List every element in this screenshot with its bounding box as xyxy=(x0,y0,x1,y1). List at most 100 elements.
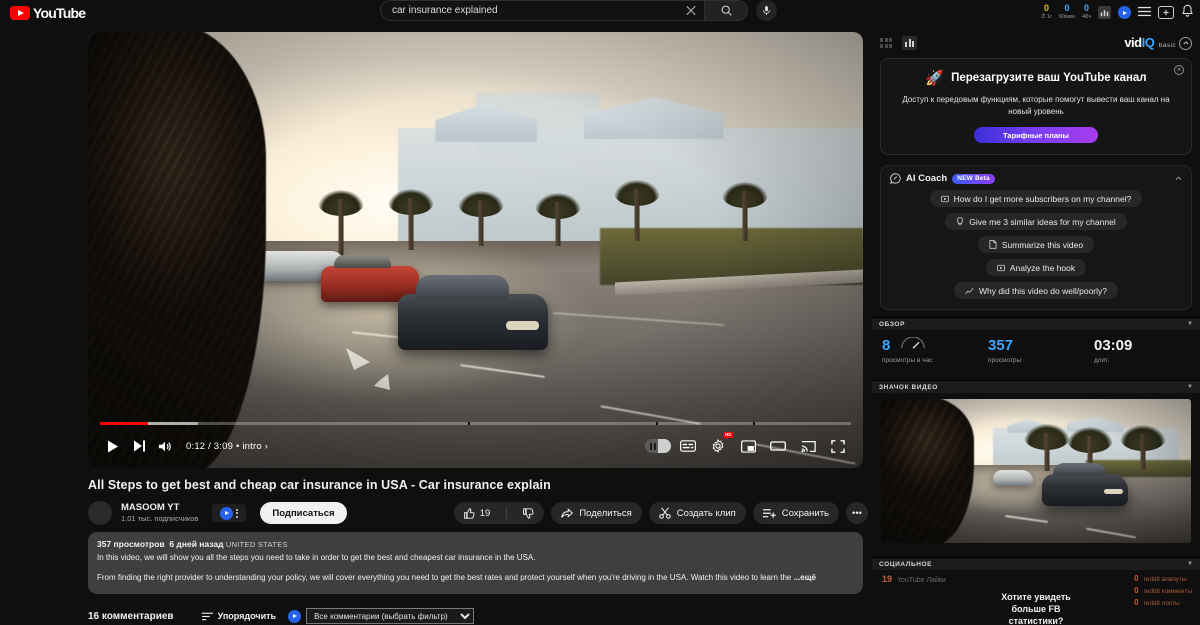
chapter-chevron-icon[interactable]: › xyxy=(265,441,268,452)
line-chart-icon xyxy=(965,287,974,294)
section-header-overview[interactable]: ОБЗОР ▼ xyxy=(872,317,1200,331)
cast-button[interactable] xyxy=(795,433,821,459)
create-video-icon[interactable] xyxy=(1158,6,1174,19)
settings-button[interactable]: HD xyxy=(705,432,733,459)
progress-bar[interactable] xyxy=(100,422,851,425)
next-video-button[interactable] xyxy=(126,433,152,459)
player-controls: 0:12 / 3:09 • intro › HD xyxy=(88,416,863,468)
kebab-menu-icon[interactable] xyxy=(235,507,239,520)
volume-button[interactable] xyxy=(152,433,178,459)
bar-chart-view-icon[interactable] xyxy=(902,36,917,50)
chapter-separator: • xyxy=(235,440,240,452)
section-header-thumbnail[interactable]: ЗНАЧОК ВИДЕО ▼ xyxy=(872,380,1200,394)
thumbnail-preview-wrap xyxy=(872,393,1200,550)
ai-suggestion-chip[interactable]: How do I get more subscribers on my chan… xyxy=(929,190,1143,208)
video-description-box[interactable]: 357 просмотров 6 дней назад UNITED STATE… xyxy=(88,532,863,594)
like-count: 19 xyxy=(479,507,491,519)
close-icon[interactable] xyxy=(1174,65,1184,75)
chevron-up-icon[interactable] xyxy=(1179,36,1192,50)
description-stats: 357 просмотров 6 дней назад UNITED STATE… xyxy=(97,539,854,549)
gauge-icon xyxy=(901,337,925,349)
dislike-button[interactable] xyxy=(513,502,544,524)
sort-icon xyxy=(201,612,213,620)
quota-label: 60мин xyxy=(1059,14,1076,21)
save-button[interactable]: Сохранить xyxy=(752,502,839,524)
filter-arrow-icon[interactable]: ▼ xyxy=(1187,561,1193,567)
ai-coach-title: AI Coach xyxy=(906,173,948,185)
like-button[interactable]: 19 xyxy=(454,502,501,524)
right-controls: HD xyxy=(645,432,851,459)
section-header-social[interactable]: СОЦИАЛЬНОЕ ▼ xyxy=(872,557,1200,571)
search-area: car insurance explained xyxy=(380,0,777,21)
play-button[interactable] xyxy=(100,433,126,459)
search-input-value: car insurance explained xyxy=(392,5,498,16)
brand-tier: basic xyxy=(1158,42,1176,49)
video-player[interactable]: 0:12 / 3:09 • intro › HD xyxy=(88,32,863,468)
subscribe-button[interactable]: Подписаться xyxy=(260,502,347,524)
autoplay-toggle[interactable] xyxy=(645,433,671,459)
miniplayer-button[interactable] xyxy=(735,433,761,459)
ai-suggestion-chip[interactable]: Summarize this video xyxy=(977,236,1095,254)
comment-filter-select[interactable]: Все комментарии (выбрать фильтр) xyxy=(306,608,475,624)
vidiq-channel-chip[interactable] xyxy=(212,504,247,522)
search-button[interactable] xyxy=(705,0,748,21)
theater-mode-button[interactable] xyxy=(765,433,791,459)
thumbs-down-icon xyxy=(523,507,534,519)
search-input[interactable]: car insurance explained xyxy=(380,0,705,21)
vidiq-play-icon[interactable] xyxy=(288,609,302,623)
grid-view-icon[interactable] xyxy=(880,38,892,48)
filter-arrow-icon[interactable]: ▼ xyxy=(1187,321,1193,327)
quota-value: 0 xyxy=(1084,3,1090,14)
section-title: ЗНАЧОК ВИДЕО xyxy=(879,383,938,391)
video-icon xyxy=(996,264,1005,271)
subtitles-button[interactable] xyxy=(675,433,701,459)
subscriber-count: 1,01 тыс. подписчиков xyxy=(121,514,199,524)
ai-suggestion-chip[interactable]: Analyze the hook xyxy=(985,259,1087,277)
channel-name[interactable]: MASOOM YT xyxy=(121,502,198,514)
video-frame-content xyxy=(88,32,863,468)
notifications-bell-icon[interactable] xyxy=(1181,4,1194,21)
quota-stat: 0 60мин xyxy=(1059,4,1075,21)
top-right-controls: 0 ⏱ 1г 0 60мин 0 48ч xyxy=(1041,0,1194,25)
video-thumbnail[interactable] xyxy=(881,399,1191,544)
chip-label: Why did this video do well/poorly? xyxy=(978,285,1108,296)
save-to-playlist-icon xyxy=(762,508,776,518)
chapter-name[interactable]: intro xyxy=(242,441,261,452)
video-icon xyxy=(940,195,949,202)
show-more-link[interactable]: ...ещё xyxy=(794,573,816,582)
autoplay-switch-icon xyxy=(645,439,671,453)
create-clip-button[interactable]: Создать клип xyxy=(648,502,746,524)
ai-suggestion-chip[interactable]: Give me 3 similar ideas for my channel xyxy=(945,213,1127,231)
country-label: UNITED STATES xyxy=(225,540,288,549)
vidiq-logo-icon[interactable] xyxy=(1118,6,1131,19)
status-badge: NEW Beta xyxy=(952,173,995,184)
vidiq-brand: vidIQ basic xyxy=(1124,35,1192,51)
stat-views: 357 просмотры xyxy=(988,338,1084,364)
chip-label: Give me 3 similar ideas for my channel xyxy=(969,216,1116,227)
video-meta-row: MASOOM YT 1,01 тыс. подписчиков Подписат… xyxy=(88,498,868,528)
pricing-plans-button[interactable]: Тарифные планы xyxy=(974,127,1098,144)
ai-suggestion-chip[interactable]: Why did this video do well/poorly? xyxy=(953,282,1119,300)
reddit-stat-row: 0 reddit апвоуты xyxy=(1134,574,1192,583)
clear-search-icon[interactable] xyxy=(684,4,698,18)
more-actions-button[interactable]: ••• xyxy=(846,502,868,524)
comment-count: 16 комментариев xyxy=(88,610,174,622)
chevron-up-icon[interactable] xyxy=(1175,174,1182,183)
avatar[interactable] xyxy=(88,501,112,525)
overview-stats: 8 просмотры в час 357 просмотры 03:09 дл… xyxy=(872,330,1200,373)
voice-search-button[interactable] xyxy=(756,0,777,21)
share-button[interactable]: Поделиться xyxy=(551,502,642,524)
hamburger-menu-icon[interactable] xyxy=(1138,4,1151,22)
ai-coach-header: AI Coach NEW Beta xyxy=(890,173,1182,184)
control-row: 0:12 / 3:09 • intro › HD xyxy=(100,432,851,459)
bar-chart-icon[interactable] xyxy=(1098,6,1111,19)
vidiq-logo: vidIQ basic xyxy=(1124,35,1176,51)
youtube-logo[interactable]: YouTube xyxy=(10,5,86,21)
sort-comments-button[interactable]: Упорядочить xyxy=(201,611,276,621)
promo-subtitle: Доступ к передовым функциям, которые пом… xyxy=(902,95,1170,116)
fullscreen-button[interactable] xyxy=(825,433,851,459)
quota-value: 0 xyxy=(1044,3,1050,14)
quota-stat: 0 48ч xyxy=(1082,4,1091,21)
lightbulb-icon xyxy=(957,217,964,226)
filter-arrow-icon[interactable]: ▼ xyxy=(1187,384,1193,390)
